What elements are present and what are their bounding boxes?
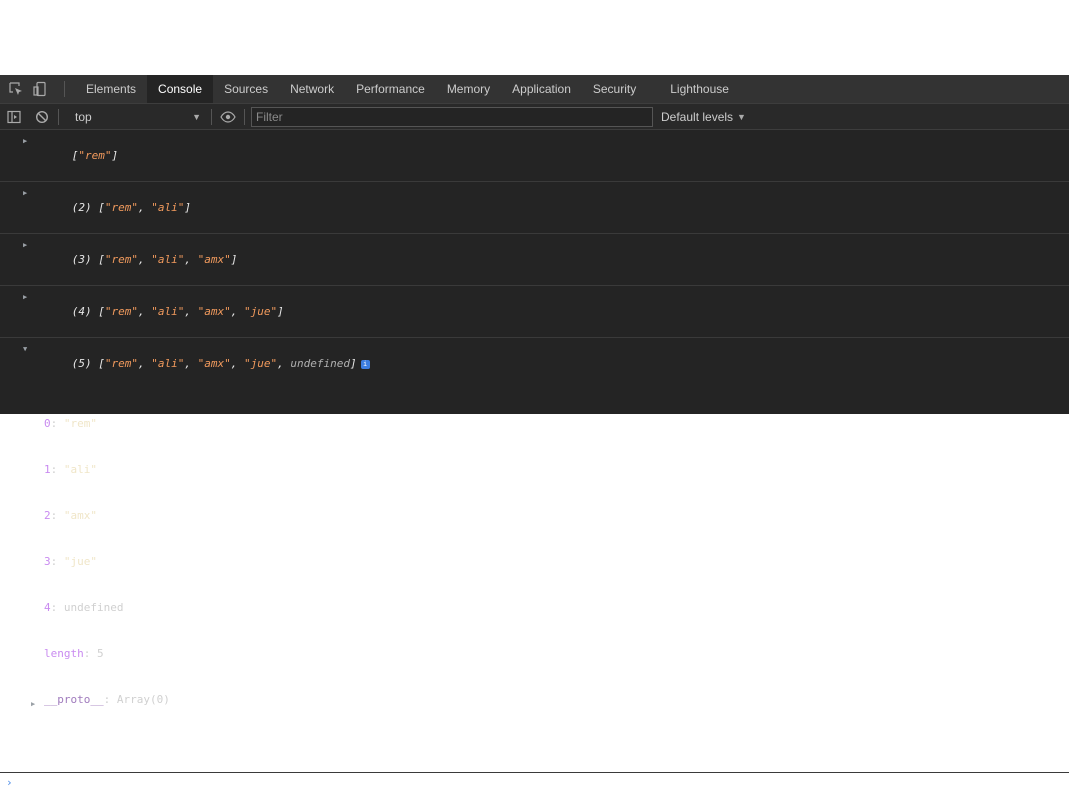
console-prompt[interactable]: › xyxy=(0,773,1069,791)
proto-property[interactable]: ▶ __proto__: Array(0) xyxy=(30,692,1069,708)
array-properties: 0: "rem" 1: "ali" 2: "amx" 3: "jue" 4: u… xyxy=(22,386,1069,738)
devtools-tabbar: Elements Console Sources Network Perform… xyxy=(0,75,1069,104)
console-message[interactable]: ▶ (2) ["rem", "ali"] xyxy=(0,182,1069,234)
tab-network[interactable]: Network xyxy=(279,75,345,103)
console-message[interactable]: ▶ ["rem"] xyxy=(0,130,1069,182)
inspect-element-icon[interactable] xyxy=(6,79,26,99)
array-property: 0: "rem" xyxy=(44,417,97,430)
log-levels-label: Default levels xyxy=(661,109,734,124)
context-selector[interactable]: top ▼ xyxy=(73,106,205,128)
info-icon[interactable]: i xyxy=(360,360,370,369)
expand-triangle-icon[interactable]: ▶ xyxy=(23,134,27,149)
log-levels-dropdown[interactable]: Default levels ▼ xyxy=(661,110,746,124)
collapse-triangle-icon[interactable]: ▼ xyxy=(23,342,27,357)
tab-application[interactable]: Application xyxy=(501,75,582,103)
clear-console-icon[interactable] xyxy=(32,107,52,127)
expand-triangle-icon[interactable]: ▶ xyxy=(23,186,27,201)
expand-triangle-icon[interactable]: ▶ xyxy=(31,696,35,712)
tab-console[interactable]: Console xyxy=(147,75,214,103)
tabbar-separator xyxy=(64,81,65,97)
array-property: 3: "jue" xyxy=(44,555,97,568)
array-property: 4: undefined xyxy=(44,601,124,614)
chevron-down-icon: ▼ xyxy=(192,111,201,122)
chevron-down-icon: ▼ xyxy=(737,111,746,122)
devtools-panel: Elements Console Sources Network Perform… xyxy=(0,75,1069,789)
array-property: 2: "amx" xyxy=(44,509,97,522)
tab-elements[interactable]: Elements xyxy=(75,75,147,103)
console-message[interactable]: ▶ (4) ["rem", "ali", "amx", "jue"] xyxy=(0,286,1069,338)
sidebar-toggle-icon[interactable] xyxy=(4,107,24,127)
array-property: length: 5 xyxy=(44,647,104,660)
console-toolbar: top ▼ Default levels ▼ xyxy=(0,104,1069,130)
prompt-chevron-icon: › xyxy=(6,775,13,789)
tab-sources[interactable]: Sources xyxy=(213,75,279,103)
console-message[interactable]: ▶ (3) ["rem", "ali", "amx"] xyxy=(0,234,1069,286)
eye-icon[interactable] xyxy=(218,107,238,127)
tab-memory[interactable]: Memory xyxy=(436,75,501,103)
device-toolbar-icon[interactable] xyxy=(30,79,50,99)
page-blank-area xyxy=(0,0,1069,75)
context-value: top xyxy=(75,109,92,124)
toolbar-separator xyxy=(211,108,212,125)
console-message-expanded[interactable]: ▼ (5) ["rem", "ali", "amx", "jue", undefi… xyxy=(0,338,1069,773)
toolbar-separator xyxy=(58,108,59,125)
tab-security[interactable]: Security xyxy=(582,75,647,103)
expand-triangle-icon[interactable]: ▶ xyxy=(23,290,27,305)
array-property: 1: "ali" xyxy=(44,463,97,476)
toolbar-separator xyxy=(244,108,245,125)
expand-triangle-icon[interactable]: ▶ xyxy=(23,238,27,253)
console-output: ▶ ["rem"] ▶ (2) ["rem", "ali"] ▶ (3) ["rem"… xyxy=(0,130,1069,791)
tab-performance[interactable]: Performance xyxy=(345,75,436,103)
filter-input[interactable] xyxy=(251,106,653,127)
tab-lighthouse[interactable]: Lighthouse xyxy=(659,75,740,103)
